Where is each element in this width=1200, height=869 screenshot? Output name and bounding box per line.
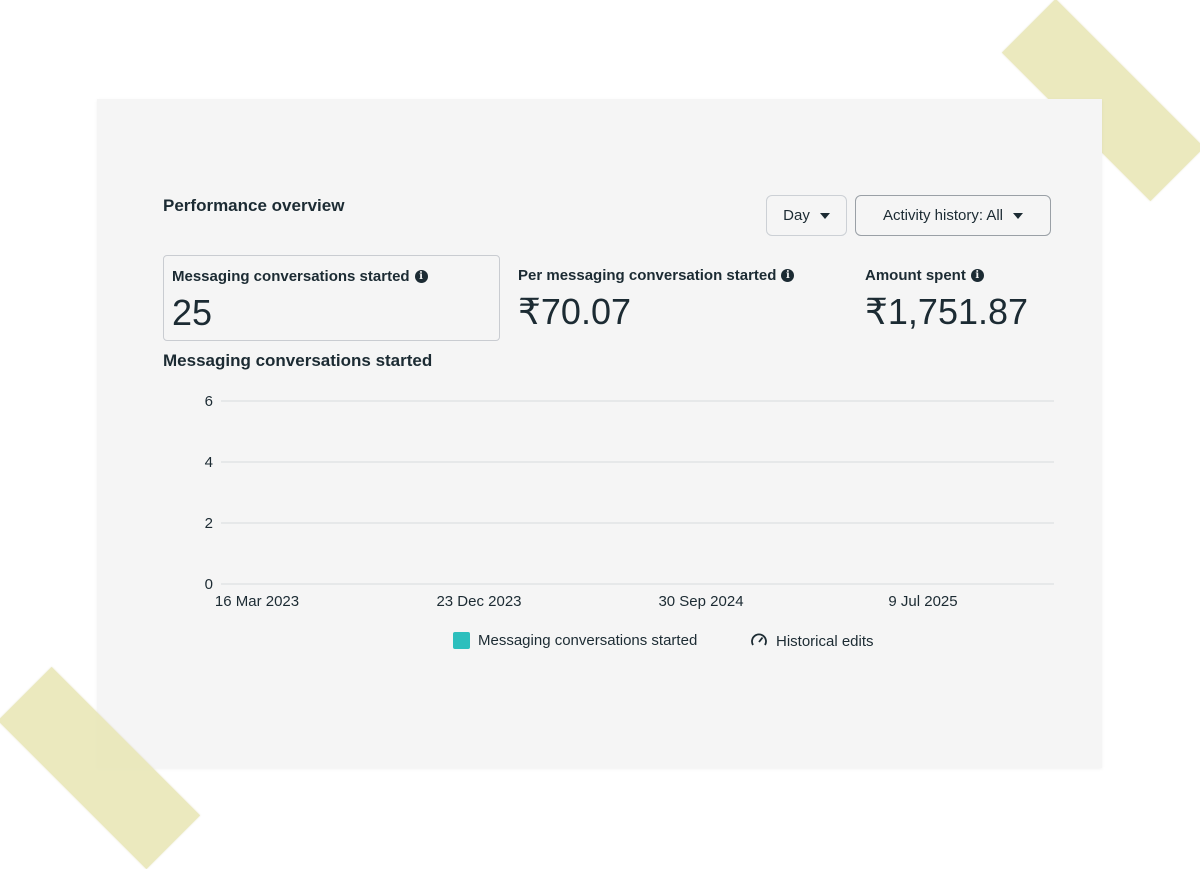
- info-icon[interactable]: i: [970, 269, 984, 282]
- legend-series-label: Messaging conversations started: [478, 632, 698, 649]
- legend-series[interactable]: Messaging conversations started: [453, 632, 697, 649]
- x-tick-label: 16 Mar 2023: [215, 593, 299, 610]
- metric-value: ₹70.07: [518, 291, 631, 332]
- activity-history-dropdown-label: Activity history: All: [882, 207, 1004, 224]
- metric-label: Amount spent: [865, 267, 966, 284]
- metric-label: Messaging conversations started: [172, 268, 410, 285]
- line-chart: 0 2 4 6 16 Mar 2023 23 Dec 2023 30 Sep 2024 9 J…: [205, 393, 1054, 610]
- info-icon[interactable]: i: [414, 270, 428, 283]
- y-tick-label: 0: [205, 576, 213, 593]
- x-tick-label: 23 Dec 2023: [436, 593, 521, 610]
- y-tick-label: 4: [205, 454, 213, 471]
- metric-card-messaging-conversations[interactable]: Messaging conversations started i 25: [163, 255, 500, 341]
- legend-historical-label: Historical edits: [776, 632, 874, 650]
- day-dropdown[interactable]: Day: [766, 195, 847, 236]
- activity-history-dropdown[interactable]: Activity history: All: [855, 195, 1051, 236]
- caret-down-icon: [819, 212, 830, 219]
- metric-value: ₹1,751.87: [865, 291, 1029, 332]
- y-tick-label: 6: [205, 393, 213, 410]
- x-tick-label: 30 Sep 2024: [658, 593, 743, 610]
- x-tick-label: 9 Jul 2025: [888, 593, 957, 610]
- legend-historical-edits[interactable]: Historical edits: [750, 632, 874, 650]
- gauge-icon: [751, 633, 767, 646]
- info-icon[interactable]: i: [781, 269, 795, 282]
- day-dropdown-label: Day: [783, 207, 810, 224]
- chart-title: Messaging conversations started: [163, 351, 433, 370]
- legend-swatch: [453, 632, 470, 649]
- metric-label: Per messaging conversation started: [518, 267, 777, 284]
- caret-down-icon: [1013, 212, 1024, 219]
- metric-value: 25: [172, 292, 213, 333]
- y-tick-label: 2: [205, 515, 213, 532]
- page-title: Performance overview: [163, 196, 345, 215]
